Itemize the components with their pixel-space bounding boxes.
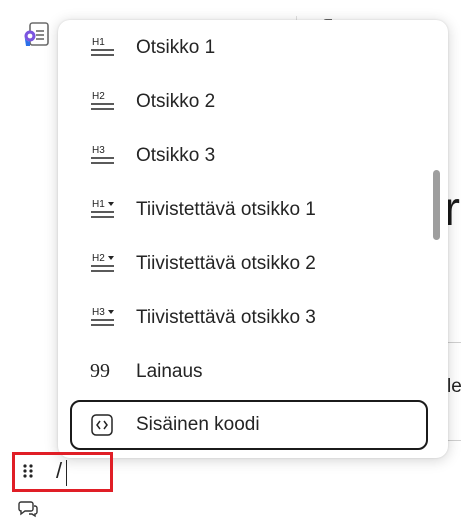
divider-line (448, 342, 461, 343)
menu-item-heading-1[interactable]: H1 Otsikko 1 (70, 26, 428, 70)
divider-line (448, 440, 461, 441)
heading-3-icon: H3 (90, 144, 120, 168)
menu-item-label: Tiivistettävä otsikko 3 (136, 307, 316, 328)
text-caret (66, 460, 67, 486)
svg-text:H2: H2 (92, 253, 105, 264)
menu-item-label: Tiivistettävä otsikko 1 (136, 199, 316, 220)
menu-item-collapsible-heading-1[interactable]: H1 Tiivistettävä otsikko 1 (70, 188, 428, 232)
menu-item-label: Otsikko 2 (136, 91, 216, 112)
menu-item-label: Otsikko 3 (136, 145, 216, 166)
menu-item-label: Tiivistettävä otsikko 2 (136, 253, 316, 274)
menu-item-label: Lainaus (136, 361, 203, 382)
slash-command-menu: H1 Otsikko 1 H2 Otsikko 2 H3 Otsikko 3 H… (58, 20, 448, 458)
heading-1-icon: H1 (90, 36, 120, 60)
loop-app-icon (24, 22, 49, 46)
menu-item-heading-3[interactable]: H3 Otsikko 3 (70, 134, 428, 178)
svg-text:H1: H1 (92, 199, 105, 210)
inline-code-icon (90, 413, 120, 437)
menu-item-collapsible-heading-3[interactable]: H3 Tiivistettävä otsikko 3 (70, 296, 428, 340)
svg-text:99: 99 (90, 360, 110, 382)
menu-scrollbar-thumb[interactable] (433, 170, 440, 240)
svg-text:H3: H3 (92, 307, 105, 318)
svg-text:H3: H3 (92, 145, 105, 156)
heading-2-icon: H2 (90, 90, 120, 114)
editor-input[interactable]: / (56, 458, 62, 484)
menu-item-label: Sisäinen koodi (136, 414, 260, 435)
comment-icon[interactable] (18, 498, 38, 518)
drag-handle-icon[interactable] (22, 463, 34, 479)
svg-text:H2: H2 (92, 91, 105, 102)
collapsible-heading-1-icon: H1 (90, 198, 120, 222)
collapsible-heading-3-icon: H3 (90, 306, 120, 330)
svg-text:H1: H1 (92, 37, 105, 48)
menu-item-quote[interactable]: 99 Lainaus (70, 350, 428, 394)
menu-item-inline-code[interactable]: Sisäinen koodi (70, 400, 428, 450)
menu-item-collapsible-heading-2[interactable]: H2 Tiivistettävä otsikko 2 (70, 242, 428, 286)
menu-item-heading-2[interactable]: H2 Otsikko 2 (70, 80, 428, 124)
menu-item-label: Otsikko 1 (136, 37, 216, 58)
quote-icon: 99 (90, 360, 120, 384)
page-text-fragment: le (447, 376, 461, 397)
collapsible-heading-2-icon: H2 (90, 252, 120, 276)
